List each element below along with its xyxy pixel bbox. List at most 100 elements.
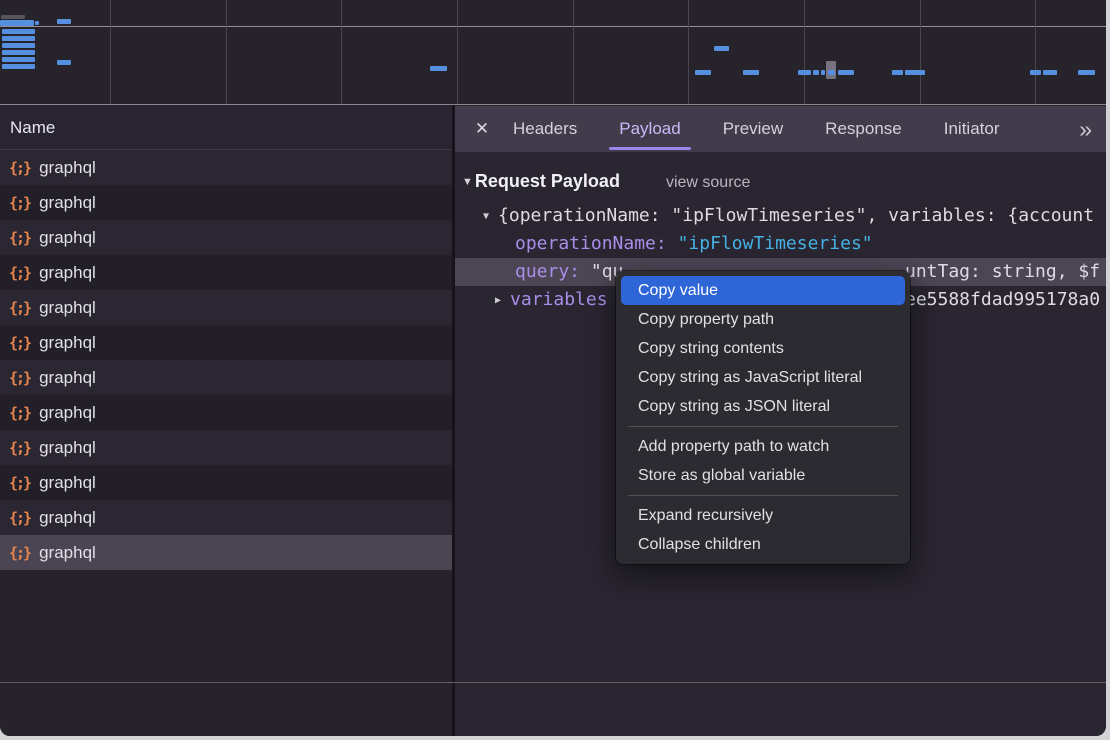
request-name: graphql bbox=[39, 438, 96, 458]
property-value: "ipFlowTimeseries" bbox=[678, 233, 873, 254]
name-column-header[interactable]: Name bbox=[0, 106, 452, 150]
request-name: graphql bbox=[39, 473, 96, 493]
object-preview-text: {operationName: "ipFlowTimeseries", vari… bbox=[498, 205, 1094, 226]
json-icon: {;} bbox=[9, 439, 30, 457]
request-row[interactable]: {;} graphql bbox=[0, 500, 452, 535]
json-icon: {;} bbox=[9, 474, 30, 492]
request-bar bbox=[905, 70, 925, 75]
property-key: variables bbox=[510, 289, 608, 310]
request-bar bbox=[0, 20, 34, 26]
json-icon: {;} bbox=[9, 194, 30, 212]
property-key: operationName: bbox=[515, 233, 667, 254]
menu-separator bbox=[628, 426, 898, 427]
request-bar bbox=[1078, 70, 1095, 75]
detail-tabs: ✕ Headers Payload Preview Response Initiator… bbox=[455, 106, 1106, 152]
request-row[interactable]: {;} graphql bbox=[0, 185, 452, 220]
request-rows: {;} graphql {;} graphql {;} graphql {;} graphql… bbox=[0, 150, 452, 570]
more-tabs-button[interactable]: » bbox=[1079, 116, 1090, 143]
tab-payload[interactable]: Payload bbox=[619, 106, 680, 152]
request-row[interactable]: {;}graphql bbox=[0, 325, 452, 360]
request-bar bbox=[714, 46, 729, 51]
request-bar bbox=[695, 70, 711, 75]
menu-item-collapse-children[interactable]: Collapse children bbox=[621, 530, 905, 559]
menu-item-store-as-global-variable[interactable]: Store as global variable bbox=[621, 461, 905, 490]
request-name: graphql bbox=[39, 158, 96, 178]
menu-item-expand-recursively[interactable]: Expand recursively bbox=[621, 501, 905, 530]
json-icon: {;} bbox=[9, 299, 30, 317]
property-key: query: bbox=[515, 261, 580, 282]
request-bar bbox=[743, 70, 759, 75]
request-name: graphql bbox=[39, 543, 96, 563]
property-value-right: untTag: string, $f bbox=[905, 258, 1100, 286]
overview-midline bbox=[0, 26, 1106, 27]
overview-gridline bbox=[573, 0, 574, 104]
request-name: graphql bbox=[39, 403, 96, 423]
json-icon: {;} bbox=[9, 404, 30, 422]
request-bar bbox=[828, 70, 835, 75]
disclosure-triangle-icon[interactable]: ▶ bbox=[495, 287, 501, 314]
request-bar-pending bbox=[1, 15, 25, 19]
request-bar bbox=[1030, 70, 1041, 75]
request-row[interactable]: {;} graphql bbox=[0, 220, 452, 255]
request-bar bbox=[2, 29, 35, 34]
payload-section-header: ▼Request Payload view source bbox=[462, 170, 1106, 192]
menu-item-copy-string-contents[interactable]: Copy string contents bbox=[621, 334, 905, 363]
json-icon: {;} bbox=[9, 369, 30, 387]
request-name: graphql bbox=[39, 263, 96, 283]
request-row[interactable]: {;}graphql bbox=[0, 255, 452, 290]
chevron-double-icon: » bbox=[1079, 116, 1090, 142]
request-row[interactable]: {;} graphql bbox=[0, 465, 452, 500]
request-name: graphql bbox=[39, 368, 96, 388]
request-bar bbox=[57, 60, 71, 65]
request-bar bbox=[1043, 70, 1057, 75]
request-bar bbox=[430, 66, 447, 71]
request-row[interactable]: {;} graphql bbox=[0, 395, 452, 430]
request-bar bbox=[821, 70, 825, 75]
status-bar-divider bbox=[0, 682, 1106, 683]
request-name: graphql bbox=[39, 228, 96, 248]
disclosure-triangle-icon[interactable]: ▼ bbox=[483, 203, 489, 230]
request-row[interactable]: {;} graphql bbox=[0, 360, 452, 395]
request-bar bbox=[838, 70, 854, 75]
menu-item-copy-string-as-javascript-literal[interactable]: Copy string as JavaScript literal bbox=[621, 363, 905, 392]
json-icon: {;} bbox=[9, 229, 30, 247]
close-panel-button[interactable]: ✕ bbox=[467, 119, 497, 139]
context-menu: Copy valueCopy property pathCopy string … bbox=[616, 271, 910, 564]
request-bar bbox=[798, 70, 811, 75]
request-bar bbox=[2, 43, 35, 48]
overview-gridline bbox=[110, 0, 111, 104]
network-overview[interactable] bbox=[0, 0, 1106, 105]
devtools-window: Name {;}graphql{;}graphql{;}graphql{;}gr… bbox=[0, 0, 1106, 736]
overview-gridline bbox=[804, 0, 805, 104]
tab-response[interactable]: Response bbox=[825, 106, 902, 152]
overview-gridline bbox=[226, 0, 227, 104]
view-source-link[interactable]: view source bbox=[666, 174, 750, 191]
request-bar bbox=[2, 64, 35, 69]
request-row[interactable]: {;} graphql bbox=[0, 150, 452, 185]
tree-row-operationname[interactable]: operationName: "ipFlowTimeseries" bbox=[455, 230, 1106, 258]
section-title: Request Payload bbox=[475, 171, 620, 191]
request-row[interactable]: {;}graphql bbox=[0, 290, 452, 325]
request-name: graphql bbox=[39, 508, 96, 528]
request-row[interactable]: {;} graphql bbox=[0, 430, 452, 465]
request-bar bbox=[2, 36, 35, 41]
requests-table: Name {;}graphql{;}graphql{;}graphql{;}gr… bbox=[0, 106, 452, 736]
disclosure-triangle-icon[interactable]: ▼ bbox=[462, 171, 473, 193]
tab-headers[interactable]: Headers bbox=[513, 106, 577, 152]
request-row[interactable]: {;}graphql bbox=[0, 535, 452, 570]
json-icon: {;} bbox=[9, 509, 30, 527]
json-icon: {;} bbox=[9, 159, 30, 177]
tree-row-preview[interactable]: ▼ {operationName: "ipFlowTimeseries", var… bbox=[455, 202, 1106, 230]
menu-item-copy-property-path[interactable]: Copy property path bbox=[621, 305, 905, 334]
menu-item-copy-value[interactable]: Copy value bbox=[621, 276, 905, 305]
menu-separator bbox=[628, 495, 898, 496]
overview-gridline bbox=[688, 0, 689, 104]
menu-item-add-property-path-to-watch[interactable]: Add property path to watch bbox=[621, 432, 905, 461]
tab-initiator[interactable]: Initiator bbox=[944, 106, 1000, 152]
tab-preview[interactable]: Preview bbox=[723, 106, 783, 152]
overview-gridline bbox=[457, 0, 458, 104]
overview-gridline bbox=[341, 0, 342, 104]
menu-item-copy-string-as-json-literal[interactable]: Copy string as JSON literal bbox=[621, 392, 905, 421]
request-name: graphql bbox=[39, 333, 96, 353]
request-name: graphql bbox=[39, 193, 96, 213]
